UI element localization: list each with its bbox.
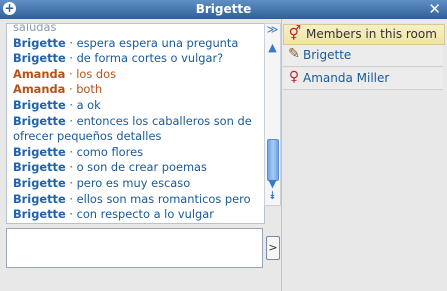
chat-line: Brigette · entonces los caballeros son d…: [13, 114, 263, 145]
message-input[interactable]: [6, 228, 263, 268]
message-text: con respecto a lo vulgar: [76, 207, 214, 222]
chat-line: Brigette · a ok: [13, 98, 263, 114]
separator: ·: [65, 191, 77, 206]
message-text: pero es muy escaso: [76, 175, 191, 190]
chat-line: Brigette · pero es muy escaso: [13, 176, 263, 192]
title-bar: + Brigette ✕: [0, 0, 447, 19]
message-text: los dos: [76, 66, 117, 81]
send-button[interactable]: >: [266, 236, 280, 260]
speaker-name: Brigette: [13, 207, 66, 222]
separator: ·: [65, 35, 77, 50]
scroll-up-icon[interactable]: ▲: [266, 42, 279, 54]
speaker-name: Brigette: [13, 175, 66, 190]
separator: ·: [65, 144, 77, 159]
members-header-label: Members in this room: [306, 27, 437, 41]
separator: ·: [65, 160, 77, 175]
chat-line: Brigette · con respecto a lo vulgar: [13, 207, 263, 223]
close-icon[interactable]: ✕: [428, 0, 441, 18]
chat-line: Amanda · both: [13, 82, 263, 98]
scroll-to-top-icon[interactable]: ≫: [266, 24, 279, 36]
chat-lines: saludas Brigette · espera espera una pre…: [13, 23, 263, 223]
cut-line: saludas: [13, 23, 57, 34]
speaker-name: Brigette: [13, 191, 66, 206]
speaker-name: Amanda: [13, 82, 66, 97]
speaker-name: Brigette: [13, 113, 66, 128]
gender-symbols-icon: ⚥: [288, 26, 302, 42]
message-text: o son de crear poemas: [76, 160, 207, 175]
separator: ·: [65, 113, 77, 128]
panel-divider[interactable]: [281, 19, 282, 291]
speaker-name: Brigette: [13, 144, 66, 159]
member-item-brigette[interactable]: ✎ Brigette: [283, 45, 443, 67]
message-text: como flores: [76, 144, 144, 159]
chat-line: Amanda · los dos: [13, 67, 263, 83]
members-header: ⚥ Members in this room: [283, 24, 445, 45]
chat-line: Brigette · ellos son mas romanticos pero: [13, 192, 263, 208]
message-text: de forma cortes o vulgar?: [76, 51, 224, 66]
window-title: Brigette: [195, 2, 252, 16]
separator: ·: [65, 207, 77, 222]
separator: ·: [65, 82, 77, 97]
member-name: Amanda Miller: [303, 71, 390, 85]
message-text: espera espera una pregunta: [76, 35, 239, 50]
member-name: Brigette: [303, 48, 352, 62]
speaker-name: Amanda: [13, 66, 66, 81]
speaker-name: Brigette: [13, 97, 66, 112]
message-text: both: [76, 82, 103, 97]
chat-line: Brigette · o son de crear poemas: [13, 160, 263, 176]
separator: ·: [65, 66, 77, 81]
chat-scrollbar[interactable]: ≫ ▲ ▼ ⯯: [264, 23, 281, 206]
separator: ·: [65, 175, 77, 190]
speaker-name: Brigette: [13, 35, 66, 50]
chat-line: Brigette · de forma cortes o vulgar?: [13, 51, 263, 67]
chat-line: Brigette · como flores: [13, 145, 263, 161]
member-item-amanda-miller[interactable]: ♀ Amanda Miller: [283, 68, 443, 90]
speaker-name: Brigette: [13, 51, 66, 66]
speaker-name: Brigette: [13, 160, 66, 175]
separator: ·: [65, 51, 77, 66]
scroll-thumb[interactable]: [267, 139, 279, 181]
message-text: ellos son mas romanticos pero: [76, 191, 251, 206]
separator: ·: [65, 97, 77, 112]
message-text: a ok: [76, 97, 101, 112]
chat-line: Brigette · espera espera una pregunta: [13, 36, 263, 52]
scroll-to-bottom-icon[interactable]: ⯯: [266, 190, 279, 202]
pencil-icon: ✎: [288, 46, 300, 62]
chat-history[interactable]: saludas Brigette · espera espera una pre…: [6, 23, 265, 224]
female-symbol-icon: ♀: [288, 69, 300, 85]
